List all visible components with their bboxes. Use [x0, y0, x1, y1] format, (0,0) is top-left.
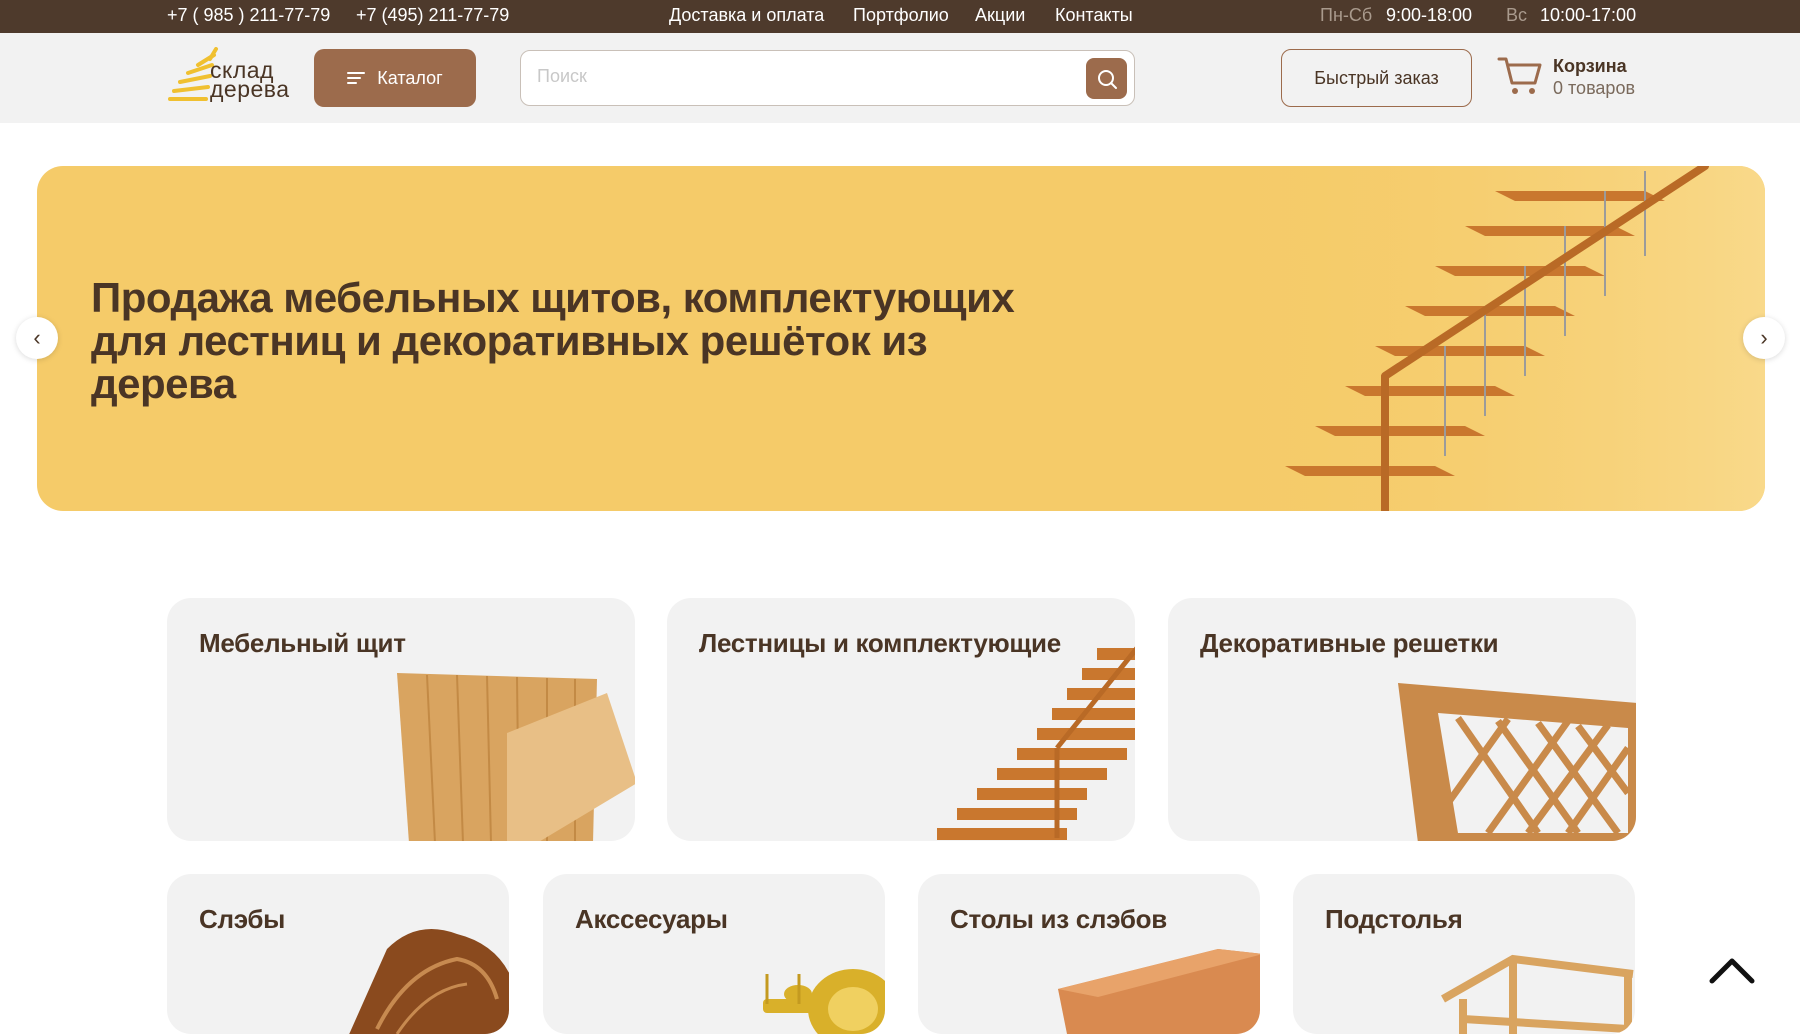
staircase-image: [1205, 166, 1765, 511]
cart-title: Корзина: [1553, 56, 1627, 76]
logo-text-line2: дерева: [210, 76, 290, 102]
brass-accessories-image: [763, 969, 885, 1034]
cart-count: 0 товаров: [1553, 78, 1636, 98]
scroll-to-top-icon[interactable]: [1708, 953, 1756, 987]
hours-weekdays-time: 9:00-18:00: [1386, 5, 1473, 25]
lattice-image: [1398, 683, 1636, 841]
wood-panel-image: [397, 673, 635, 841]
nav-contacts[interactable]: Контакты: [1055, 5, 1133, 26]
category-card-slabs[interactable]: Слэбы: [167, 874, 509, 1034]
slab-table-image: [1058, 949, 1260, 1034]
hours-sunday-label: Вс: [1506, 5, 1528, 25]
site-header: склад дерева Каталог Быстрый заказ: [0, 33, 1800, 123]
stairs-image: [937, 646, 1135, 840]
logo[interactable]: склад дерева: [166, 47, 296, 107]
category-card-furniture-panel[interactable]: Мебельный щит: [167, 598, 635, 841]
category-card-slab-tables[interactable]: Столы из слэбов: [918, 874, 1260, 1034]
category-card-table-bases[interactable]: Подстолья: [1293, 874, 1635, 1034]
cart-widget[interactable]: Корзина 0 товаров: [1497, 51, 1647, 101]
hours-weekdays-label: Пн-Сб: [1320, 5, 1373, 25]
menu-icon: [347, 72, 366, 84]
hero-prev-button[interactable]: ‹: [16, 317, 58, 359]
category-title: Слэбы: [199, 904, 286, 934]
nav-delivery[interactable]: Доставка и оплата: [669, 5, 824, 26]
search-button[interactable]: [1086, 58, 1127, 99]
phone-link-1[interactable]: +7 ( 985 ) 211-77-79: [167, 5, 330, 26]
phone-link-2[interactable]: +7 (495) 211-77-79: [356, 5, 509, 26]
category-card-stairs[interactable]: Лестницы и комплектующие: [667, 598, 1135, 841]
nav-promotions[interactable]: Акции: [975, 5, 1025, 26]
quick-order-button[interactable]: Быстрый заказ: [1281, 49, 1472, 107]
category-title: Столы из слэбов: [950, 904, 1167, 934]
category-title: Акссесуары: [575, 904, 728, 934]
category-card-decorative-grilles[interactable]: Декоративные решетки: [1168, 598, 1636, 841]
hours-sunday-time: 10:00-17:00: [1540, 5, 1637, 25]
hero-banner[interactable]: Продажа мебельных щитов, комплектующих д…: [37, 166, 1765, 511]
cart-icon: [1497, 57, 1542, 94]
search-input[interactable]: [537, 66, 1057, 87]
category-card-accessories[interactable]: Акссесуары: [543, 874, 885, 1034]
category-title: Мебельный щит: [199, 628, 406, 658]
search-box: [520, 50, 1135, 106]
nav-portfolio[interactable]: Портфолио: [853, 5, 949, 26]
hero-title: Продажа мебельных щитов, комплектующих д…: [91, 274, 1015, 407]
catalog-button-label: Каталог: [377, 67, 443, 88]
catalog-button[interactable]: Каталог: [314, 49, 476, 107]
category-title: Декоративные решетки: [1200, 628, 1499, 658]
search-icon: [1097, 69, 1117, 89]
top-bar: +7 ( 985 ) 211-77-79 +7 (495) 211-77-79 …: [0, 0, 1800, 33]
hero-next-button[interactable]: ›: [1743, 317, 1785, 359]
